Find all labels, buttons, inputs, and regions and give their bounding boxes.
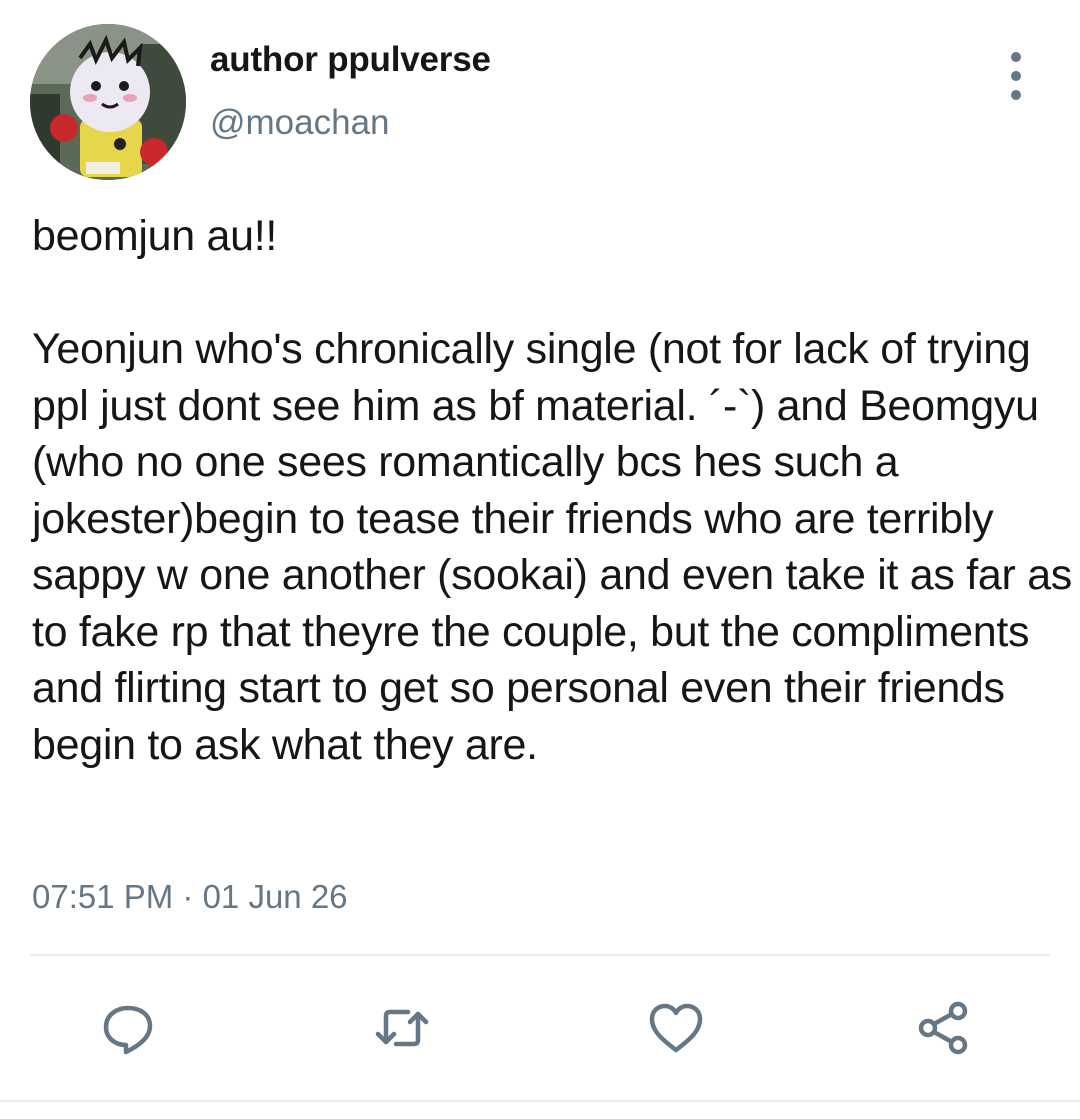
divider [30, 954, 1050, 956]
tweet-card: author ppulverse @moachan beomjun au!! Y… [0, 0, 1080, 1119]
share-icon [918, 1001, 968, 1055]
reply-icon [103, 1005, 153, 1055]
like-button[interactable] [644, 996, 708, 1060]
more-dot-icon [1011, 52, 1021, 62]
avatar[interactable] [30, 24, 186, 180]
retweet-icon [375, 1009, 429, 1047]
tweet-text: beomjun au!! Yeonjun who's chronically s… [32, 212, 1073, 769]
more-options-button[interactable] [996, 52, 1036, 100]
more-dot-icon [1011, 71, 1021, 81]
reply-button[interactable] [96, 996, 160, 1060]
heart-icon [649, 1003, 703, 1053]
more-dot-icon [1011, 90, 1021, 100]
retweet-button[interactable] [370, 996, 434, 1060]
share-button[interactable] [912, 996, 976, 1060]
tweet-timestamp[interactable]: 07:51 PM · 01 Jun 26 [32, 878, 348, 916]
author-display-name[interactable]: author ppulverse [210, 40, 491, 80]
plush-doll-avatar-icon [30, 24, 186, 180]
bottom-divider [0, 1100, 1080, 1102]
author-handle[interactable]: @moachan [210, 103, 390, 143]
